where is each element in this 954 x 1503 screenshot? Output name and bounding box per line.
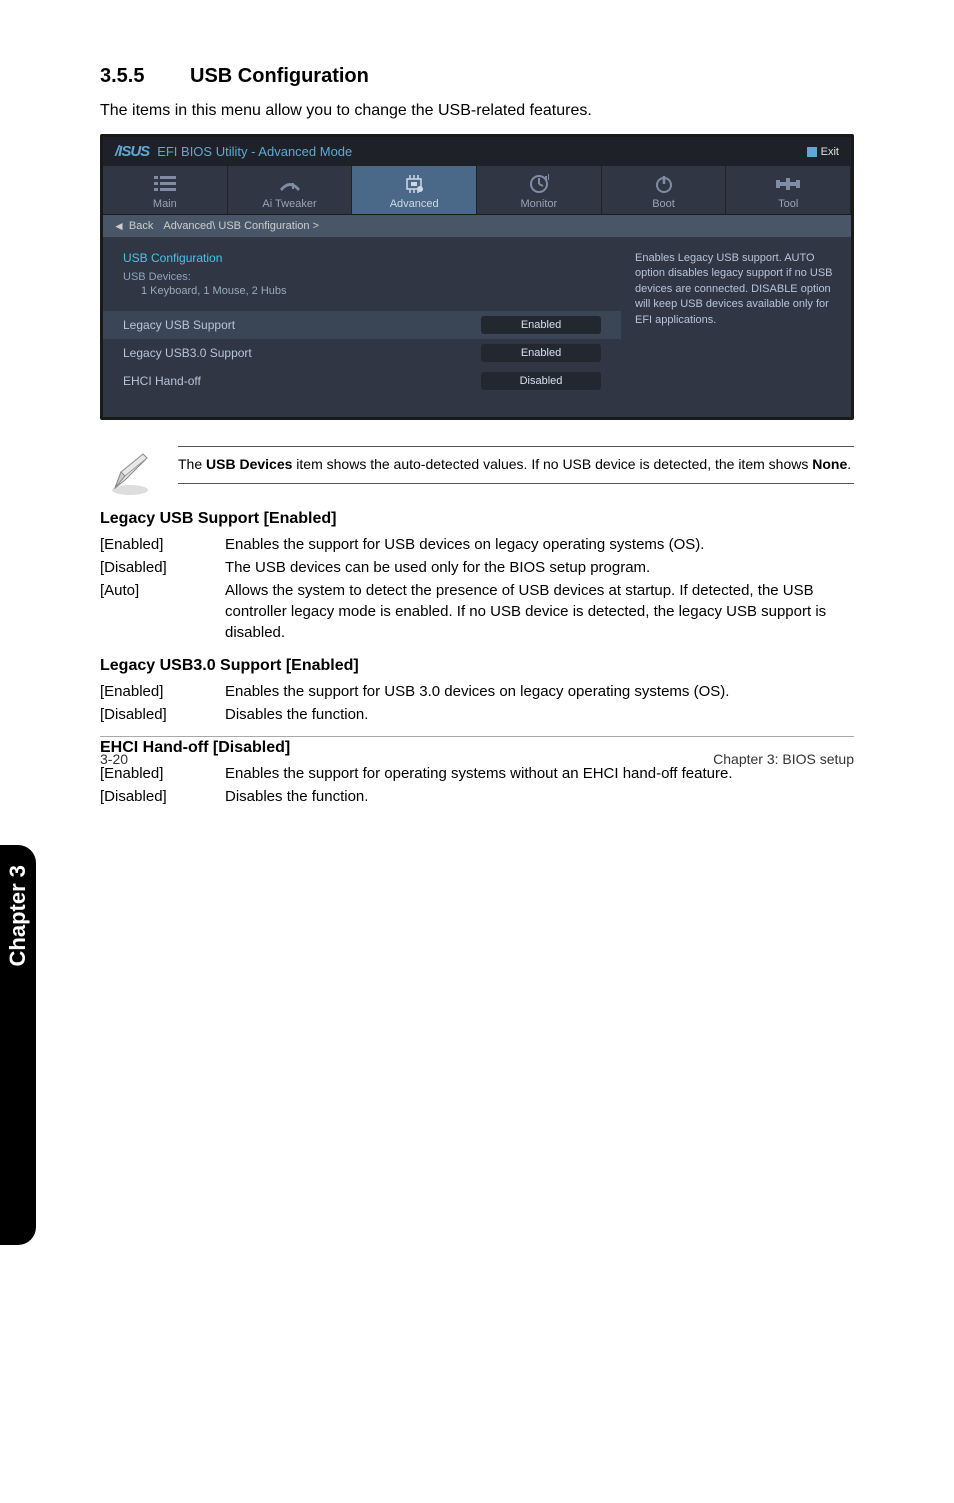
tab-monitor[interactable]: Monitor xyxy=(477,166,602,214)
bios-option-row[interactable]: Legacy USB3.0 Support Enabled xyxy=(123,339,601,367)
tab-label: Boot xyxy=(652,198,675,210)
exit-label: Exit xyxy=(821,146,839,158)
section-number: 3.5.5 xyxy=(100,65,190,88)
chapter-side-tab: Chapter 3 xyxy=(0,845,36,1245)
option-label: [Disabled] xyxy=(100,704,225,725)
option-label: Legacy USB Support xyxy=(123,318,481,332)
exit-button[interactable]: Exit xyxy=(807,146,839,158)
tab-label: Main xyxy=(153,198,177,210)
note-box: The USB Devices item shows the auto-dete… xyxy=(100,446,854,496)
option-row: [Enabled] Enables the support for USB de… xyxy=(100,534,854,555)
option-row: [Auto] Allows the system to detect the p… xyxy=(100,580,854,643)
back-button[interactable]: ◄ Back xyxy=(113,219,153,233)
subsection-title: Legacy USB3.0 Support [Enabled] xyxy=(100,657,854,675)
breadcrumb: ◄ Back Advanced\ USB Configuration > xyxy=(103,215,851,237)
bios-option-row[interactable]: Legacy USB Support Enabled xyxy=(103,311,621,339)
option-label: [Auto] xyxy=(100,580,225,643)
option-value[interactable]: Enabled xyxy=(481,316,601,334)
option-label: EHCI Hand-off xyxy=(123,374,481,388)
breadcrumb-path: Advanced\ USB Configuration > xyxy=(163,220,319,232)
bios-options-panel: USB Configuration USB Devices: 1 Keyboar… xyxy=(103,237,621,417)
tab-ai-tweaker[interactable]: Ai Tweaker xyxy=(228,166,353,214)
option-desc: Disables the function. xyxy=(225,786,854,807)
list-icon xyxy=(103,172,227,196)
footer-divider xyxy=(100,736,854,737)
bios-tabs: Main Ai Tweaker Advanced Monitor xyxy=(103,166,851,215)
bios-devices-label: USB Devices: xyxy=(123,271,601,283)
option-row: [Disabled] The USB devices can be used o… xyxy=(100,557,854,578)
tab-label: Tool xyxy=(778,198,798,210)
note-text: The USB Devices item shows the auto-dete… xyxy=(178,446,854,484)
bios-help-text: Enables Legacy USB support. AUTO option … xyxy=(635,252,833,326)
bios-window: /ISUS EFI BIOS Utility - Advanced Mode E… xyxy=(100,134,854,420)
section-heading: 3.5.5USB Configuration xyxy=(100,65,854,88)
monitor-icon xyxy=(477,172,601,196)
section-title-text: USB Configuration xyxy=(190,65,369,87)
option-label: [Enabled] xyxy=(100,534,225,555)
option-row: [Disabled] Disables the function. xyxy=(100,704,854,725)
option-value[interactable]: Disabled xyxy=(481,372,601,390)
page-number: 3-20 xyxy=(100,751,128,767)
power-icon xyxy=(602,172,726,196)
footer: 3-20 Chapter 3: BIOS setup xyxy=(0,751,954,767)
pencil-icon xyxy=(107,450,153,496)
option-desc: Allows the system to detect the presence… xyxy=(225,580,854,643)
option-desc: Disables the function. xyxy=(225,704,854,725)
bios-title-bar: /ISUS EFI BIOS Utility - Advanced Mode E… xyxy=(103,137,851,166)
tweaker-icon xyxy=(228,172,352,196)
chip-icon xyxy=(352,172,476,196)
asus-logo: /ISUS xyxy=(115,143,149,160)
tab-label: Monitor xyxy=(521,198,558,210)
tab-tool[interactable]: Tool xyxy=(726,166,851,214)
tab-label: Ai Tweaker xyxy=(262,198,316,210)
subsection-title: Legacy USB Support [Enabled] xyxy=(100,510,854,528)
back-label: Back xyxy=(129,220,153,232)
option-row: [Disabled] Disables the function. xyxy=(100,786,854,807)
chapter-label: Chapter 3: BIOS setup xyxy=(713,751,854,767)
option-label: Legacy USB3.0 Support xyxy=(123,346,481,360)
tool-icon xyxy=(726,172,850,196)
option-desc: Enables the support for USB 3.0 devices … xyxy=(225,681,854,702)
bios-help-panel: Enables Legacy USB support. AUTO option … xyxy=(621,237,851,417)
option-desc: The USB devices can be used only for the… xyxy=(225,557,854,578)
option-label: [Enabled] xyxy=(100,681,225,702)
tab-main[interactable]: Main xyxy=(103,166,228,214)
option-desc: Enables the support for USB devices on l… xyxy=(225,534,854,555)
exit-icon xyxy=(807,147,817,157)
option-label: [Disabled] xyxy=(100,557,225,578)
bios-devices-value: 1 Keyboard, 1 Mouse, 2 Hubs xyxy=(141,285,601,297)
option-label: [Disabled] xyxy=(100,786,225,807)
option-row: [Enabled] Enables the support for USB 3.… xyxy=(100,681,854,702)
section-description: The items in this menu allow you to chan… xyxy=(100,102,854,120)
bios-option-row[interactable]: EHCI Hand-off Disabled xyxy=(123,367,601,395)
option-value[interactable]: Enabled xyxy=(481,344,601,362)
bios-title: EFI BIOS Utility - Advanced Mode xyxy=(157,144,352,159)
back-arrow-icon: ◄ xyxy=(113,219,125,233)
tab-boot[interactable]: Boot xyxy=(602,166,727,214)
tab-advanced[interactable]: Advanced xyxy=(352,166,477,214)
chapter-side-label: Chapter 3 xyxy=(5,865,31,966)
tab-label: Advanced xyxy=(390,198,439,210)
bios-panel-heading: USB Configuration xyxy=(123,251,601,265)
